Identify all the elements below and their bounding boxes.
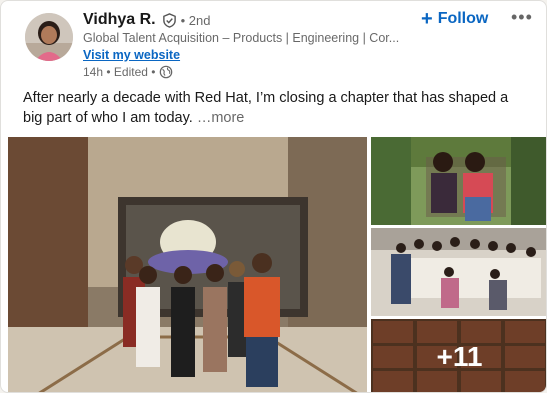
post-image-main[interactable] bbox=[8, 137, 367, 392]
post-image-more[interactable]: +11 bbox=[371, 319, 546, 392]
connection-degree: • 2nd bbox=[180, 12, 211, 28]
post-image-2[interactable] bbox=[371, 137, 546, 225]
more-options-icon[interactable]: ••• bbox=[511, 7, 533, 28]
see-more-button[interactable]: …more bbox=[197, 110, 245, 126]
feed-post-card: Vidhya R. • 2nd Global Talent Acquisitio… bbox=[0, 0, 547, 393]
follow-label: Follow bbox=[437, 10, 489, 27]
author-name-row: Vidhya R. • 2nd bbox=[83, 11, 210, 29]
globe-icon bbox=[160, 65, 173, 79]
post-meta: 14h • Edited • bbox=[83, 65, 173, 79]
author-headline: Global Talent Acquisition – Products | E… bbox=[83, 31, 400, 45]
more-photos-count: +11 bbox=[371, 319, 546, 392]
post-body: After nearly a decade with Red Hat, I’m … bbox=[23, 90, 509, 126]
post-time: 14h • Edited • bbox=[83, 65, 156, 79]
post-text: After nearly a decade with Red Hat, I’m … bbox=[23, 88, 528, 128]
author-name[interactable]: Vidhya R. bbox=[83, 11, 156, 29]
plus-icon: + bbox=[421, 8, 433, 30]
follow-button[interactable]: + Follow bbox=[421, 9, 488, 29]
post-image-3[interactable] bbox=[371, 228, 546, 316]
verified-shield-icon bbox=[162, 12, 176, 28]
visit-website-link[interactable]: Visit my website bbox=[83, 48, 180, 62]
author-avatar[interactable] bbox=[25, 13, 73, 61]
